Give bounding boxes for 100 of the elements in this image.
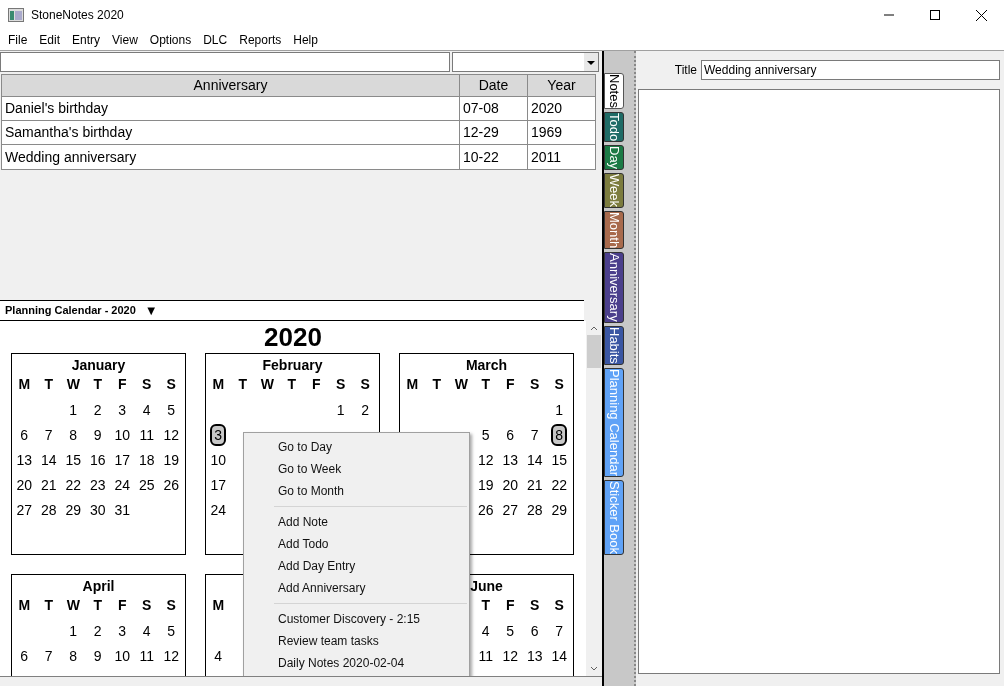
calendar-day[interactable]: 6: [506, 425, 515, 444]
calendar-day[interactable]: 4: [142, 400, 151, 419]
calendar-day[interactable]: 2: [361, 400, 370, 419]
calendar-day[interactable]: 19: [477, 475, 494, 494]
calendar-day[interactable]: 13: [502, 450, 519, 469]
menu-item[interactable]: View: [106, 31, 144, 49]
calendar-day[interactable]: 10: [114, 425, 131, 444]
calendar-day[interactable]: 7: [44, 425, 53, 444]
calendar-day[interactable]: 9: [93, 646, 102, 665]
calendar-day[interactable]: 10: [114, 646, 131, 665]
menu-item[interactable]: Edit: [33, 31, 67, 49]
column-header[interactable]: Year: [528, 75, 595, 96]
calendar-day[interactable]: 11: [478, 646, 493, 665]
calendar-day[interactable]: 11: [139, 646, 154, 665]
calendar-day[interactable]: 3: [210, 423, 227, 446]
calendar-day[interactable]: 29: [65, 500, 82, 519]
calendar-day[interactable]: 24: [210, 500, 227, 519]
context-menu-item[interactable]: Go to Day: [274, 436, 467, 458]
side-tab[interactable]: Habits: [604, 326, 624, 365]
calendar-day[interactable]: 5: [506, 621, 515, 640]
context-menu-item[interactable]: Add Note: [274, 511, 467, 533]
calendar-day[interactable]: 7: [555, 621, 564, 640]
calendar-day[interactable]: 25: [138, 475, 155, 494]
calendar-day[interactable]: 21: [526, 475, 543, 494]
side-tab[interactable]: Day: [604, 145, 624, 171]
menu-item[interactable]: Entry: [66, 31, 107, 49]
scroll-thumb[interactable]: [587, 335, 601, 368]
calendar-day[interactable]: 14: [40, 450, 57, 469]
calendar-day[interactable]: 1: [69, 621, 78, 640]
menu-item[interactable]: Help: [287, 31, 324, 49]
context-menu-item[interactable]: Review team tasks: [274, 630, 467, 652]
calendar-day[interactable]: 30: [89, 500, 106, 519]
calendar-day[interactable]: 12: [477, 450, 494, 469]
calendar-day[interactable]: 11: [139, 425, 154, 444]
side-tab[interactable]: Anniversary: [604, 252, 624, 324]
search-field[interactable]: [0, 52, 450, 72]
calendar-day[interactable]: 19: [163, 450, 180, 469]
menu-item[interactable]: Options: [143, 31, 198, 49]
calendar-day[interactable]: 4: [481, 621, 490, 640]
calendar-day[interactable]: 9: [93, 425, 102, 444]
context-menu-item[interactable]: Go to Week: [274, 458, 467, 480]
calendar-day[interactable]: 27: [16, 500, 33, 519]
calendar-day[interactable]: 22: [551, 475, 568, 494]
context-menu-item[interactable]: Add Anniversary: [274, 577, 467, 599]
calendar-day[interactable]: 22: [65, 475, 82, 494]
calendar-day[interactable]: 16: [89, 450, 106, 469]
calendar-day[interactable]: 5: [167, 621, 176, 640]
calendar-day[interactable]: 5: [167, 400, 176, 419]
context-menu-item[interactable]: Daily Notes 2020-02-04: [274, 652, 467, 674]
side-tab[interactable]: Week: [604, 173, 624, 209]
context-menu-item[interactable]: Customer Discovery - 2:15: [274, 608, 467, 630]
calendar-day[interactable]: 15: [65, 450, 82, 469]
context-menu-item[interactable]: Go to Month: [274, 480, 467, 502]
calendar-day[interactable]: 6: [20, 646, 29, 665]
context-menu-item[interactable]: Add Day Entry: [274, 555, 467, 577]
calendar-day[interactable]: 1: [555, 400, 564, 419]
side-tab[interactable]: Month: [604, 211, 624, 250]
calendar-day[interactable]: 20: [16, 475, 33, 494]
calendar-day[interactable]: 17: [114, 450, 131, 469]
calendar-day[interactable]: 28: [40, 500, 57, 519]
calendar-day[interactable]: 1: [69, 400, 78, 419]
calendar-day[interactable]: 3: [118, 621, 127, 640]
calendar-day[interactable]: 7: [530, 425, 539, 444]
calendar-day[interactable]: 12: [163, 646, 180, 665]
calendar-day[interactable]: 20: [502, 475, 519, 494]
pane-splitter[interactable]: [626, 51, 636, 686]
menu-item[interactable]: File: [2, 31, 34, 49]
calendar-day[interactable]: 27: [502, 500, 519, 519]
calendar-day[interactable]: 2: [93, 400, 102, 419]
calendar-menu-toggle[interactable]: ▼: [144, 300, 158, 321]
calendar-day[interactable]: 29: [551, 500, 568, 519]
side-tab[interactable]: Notes: [604, 73, 624, 109]
calendar-day[interactable]: 7: [44, 646, 53, 665]
calendar-day[interactable]: 8: [69, 425, 78, 444]
calendar-day[interactable]: 10: [210, 450, 227, 469]
calendar-day[interactable]: 13: [16, 450, 33, 469]
calendar-day[interactable]: 24: [114, 475, 131, 494]
menu-item[interactable]: DLC: [197, 31, 234, 49]
calendar-day[interactable]: 28: [526, 500, 543, 519]
side-tab[interactable]: Todo: [604, 111, 624, 143]
calendar-day[interactable]: 4: [214, 646, 223, 665]
column-header[interactable]: Anniversary: [2, 75, 460, 96]
calendar-day[interactable]: 6: [530, 621, 539, 640]
calendar-day[interactable]: 26: [477, 500, 494, 519]
calendar-day[interactable]: 6: [20, 425, 29, 444]
calendar-day[interactable]: 12: [163, 425, 180, 444]
calendar-day[interactable]: 18: [138, 450, 155, 469]
calendar-day[interactable]: 5: [481, 425, 490, 444]
calendar-day[interactable]: 14: [526, 450, 543, 469]
filter-dropdown[interactable]: [452, 52, 599, 72]
calendar-day[interactable]: 8: [69, 646, 78, 665]
title-field[interactable]: Wedding anniversary: [701, 60, 1000, 80]
context-menu-item[interactable]: Add Todo: [274, 533, 467, 555]
calendar-day[interactable]: 2: [93, 621, 102, 640]
calendar-day[interactable]: 15: [551, 450, 568, 469]
calendar-day[interactable]: 26: [163, 475, 180, 494]
menu-item[interactable]: Reports: [233, 31, 288, 49]
column-header[interactable]: Date: [460, 75, 528, 96]
calendar-day[interactable]: 12: [502, 646, 519, 665]
calendar-day[interactable]: 23: [89, 475, 106, 494]
